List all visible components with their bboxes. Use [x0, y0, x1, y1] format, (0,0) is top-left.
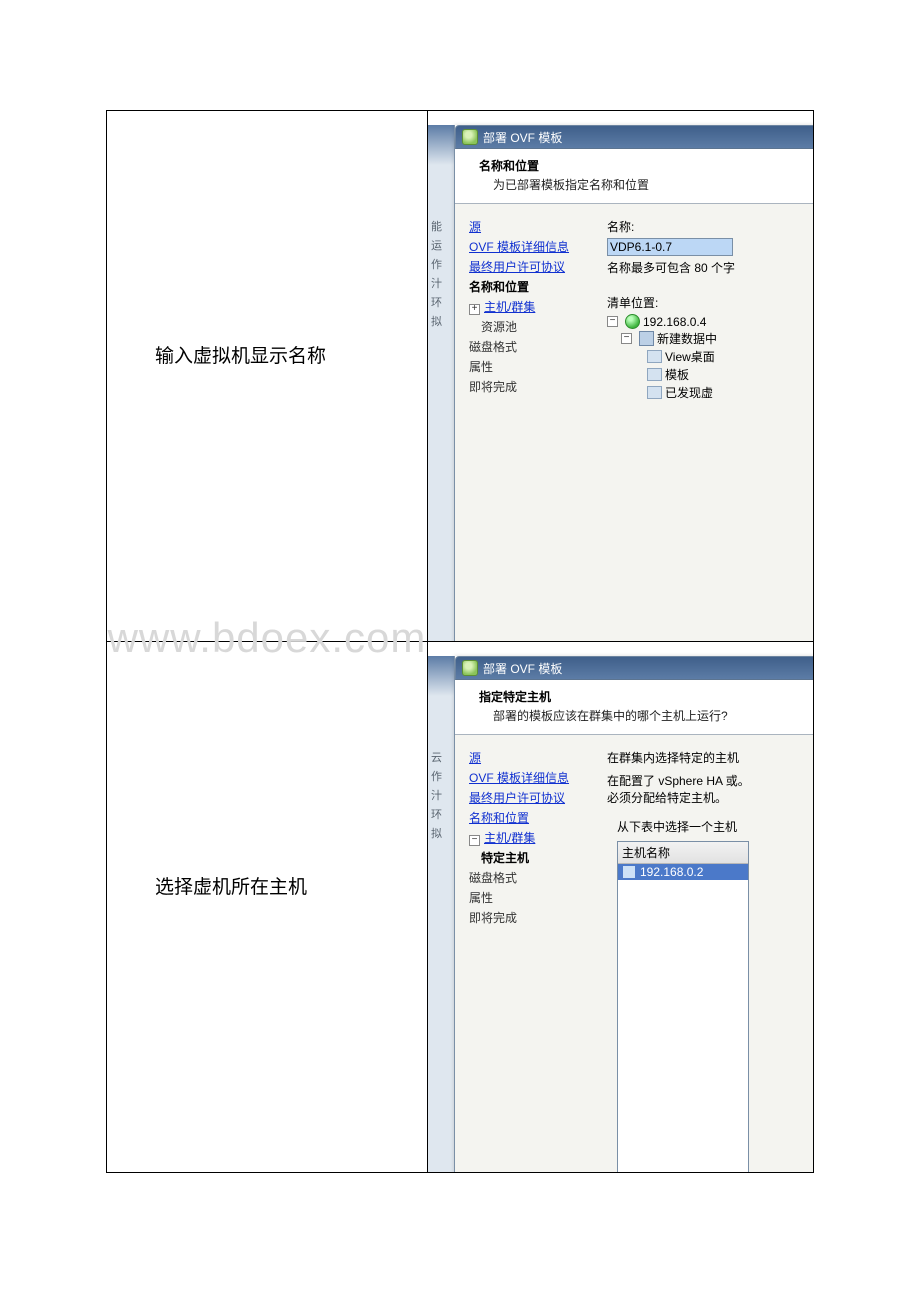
inventory-label: 清单位置:	[607, 294, 814, 311]
step-name-location[interactable]: 名称和位置	[469, 809, 589, 826]
dialog-title: 部署 OVF 模板	[483, 129, 562, 146]
step-source[interactable]: 源	[469, 218, 589, 235]
step-host-cluster[interactable]: −主机/群集	[469, 829, 589, 846]
datacenter-icon	[639, 331, 654, 346]
left-cell-1: 输入虚拟机显示名称	[107, 111, 428, 642]
host-column-header[interactable]: 主机名称	[618, 842, 748, 864]
folder-icon	[647, 386, 662, 399]
dialog-header: 名称和位置 为已部署模板指定名称和位置	[455, 149, 814, 204]
step-name-location[interactable]: 名称和位置	[469, 278, 589, 295]
info-line-2: 在配置了 vSphere HA 或。	[607, 772, 814, 789]
right-cell-1: 能 运 作 汁 环 拟 部署 OVF 模板 名称和位置 为已部署模板指定名称和位…	[428, 111, 814, 642]
step-disk-format: 磁盘格式	[469, 338, 589, 355]
step-ready: 即将完成	[469, 909, 589, 926]
dialog-body: 源 OVF 模板详细信息 最终用户许可协议 名称和位置 −主机/群集 特定主机 …	[455, 735, 814, 1173]
left-cell-2: www.bdoex.com 选择虚机所在主机	[107, 642, 428, 1173]
tree-folder-3[interactable]: 已发现虚	[647, 384, 814, 401]
step-specific-host[interactable]: 特定主机	[481, 849, 589, 866]
step-ready: 即将完成	[469, 378, 589, 395]
collapse-icon[interactable]: −	[607, 316, 618, 327]
tree-folder-1[interactable]: View桌面	[647, 348, 814, 365]
step-disk-format: 磁盘格式	[469, 869, 589, 886]
ovf-deploy-dialog-2: 部署 OVF 模板 指定特定主机 部署的模板应该在群集中的哪个主机上运行? 源 …	[454, 656, 814, 1173]
dialog-titlebar[interactable]: 部署 OVF 模板	[455, 125, 814, 149]
info-line-4: 从下表中选择一个主机	[617, 818, 814, 835]
step-ovf-details[interactable]: OVF 模板详细信息	[469, 769, 589, 786]
dialog-titlebar[interactable]: 部署 OVF 模板	[455, 656, 814, 680]
info-line-1: 在群集内选择特定的主机	[607, 749, 814, 766]
tree-folder-2[interactable]: 模板	[647, 366, 814, 383]
name-hint: 名称最多可包含 80 个字	[607, 259, 814, 276]
header-subtitle: 为已部署模板指定名称和位置	[493, 176, 801, 193]
table-row: www.bdoex.com 选择虚机所在主机 云 作 汁 环 拟 部署 OVF …	[107, 642, 814, 1173]
step-eula[interactable]: 最终用户许可协议	[469, 789, 589, 806]
tree-root[interactable]: − 192.168.0.4	[607, 314, 814, 329]
expand-icon[interactable]: +	[469, 304, 480, 315]
background-strip: 云 作 汁 环 拟	[428, 656, 454, 1172]
tree-datacenter[interactable]: − 新建数据中	[621, 330, 814, 347]
step-properties: 属性	[469, 358, 589, 375]
header-subtitle: 部署的模板应该在群集中的哪个主机上运行?	[493, 707, 801, 724]
folder-icon	[647, 368, 662, 381]
wizard-steps: 源 OVF 模板详细信息 最终用户许可协议 名称和位置 −主机/群集 特定主机 …	[455, 735, 595, 1173]
content-pane: 名称: 名称最多可包含 80 个字 清单位置: − 192.168.0.4 −	[595, 204, 814, 642]
row1-caption: 输入虚拟机显示名称	[155, 341, 326, 368]
step-resource-pool: 资源池	[481, 318, 589, 335]
dialog-title: 部署 OVF 模板	[483, 660, 562, 677]
dialog-body: 源 OVF 模板详细信息 最终用户许可协议 名称和位置 +主机/群集 资源池 磁…	[455, 204, 814, 642]
step-properties: 属性	[469, 889, 589, 906]
collapse-icon[interactable]: −	[621, 333, 632, 344]
inventory-tree[interactable]: − 192.168.0.4 − 新建数据中 Vie	[607, 314, 814, 401]
host-row-selected[interactable]: 192.168.0.2	[618, 864, 748, 880]
folder-icon	[647, 350, 662, 363]
step-source[interactable]: 源	[469, 749, 589, 766]
dialog-icon	[462, 660, 478, 676]
host-icon	[622, 865, 636, 879]
ovf-deploy-dialog-1: 部署 OVF 模板 名称和位置 为已部署模板指定名称和位置 源 OVF 模板详细…	[454, 125, 814, 642]
row2-caption: 选择虚机所在主机	[155, 872, 307, 899]
right-cell-2: 云 作 汁 环 拟 部署 OVF 模板 指定特定主机 部署的模板应该在群集中的哪…	[428, 642, 814, 1173]
header-title: 名称和位置	[479, 157, 801, 174]
dialog-header: 指定特定主机 部署的模板应该在群集中的哪个主机上运行?	[455, 680, 814, 735]
collapse-icon[interactable]: −	[469, 835, 480, 846]
step-host-cluster[interactable]: +主机/群集	[469, 298, 589, 315]
doc-table: 输入虚拟机显示名称 能 运 作 汁 环 拟 部署 OVF 模板 名称和位置 为已…	[106, 110, 814, 1173]
header-title: 指定特定主机	[479, 688, 801, 705]
wizard-steps: 源 OVF 模板详细信息 最终用户许可协议 名称和位置 +主机/群集 资源池 磁…	[455, 204, 595, 642]
vm-name-input[interactable]	[607, 238, 733, 256]
name-label: 名称:	[607, 218, 814, 235]
info-line-3: 必须分配给特定主机。	[607, 789, 814, 806]
content-pane: 在群集内选择特定的主机 在配置了 vSphere HA 或。 必须分配给特定主机…	[595, 735, 814, 1173]
background-strip: 能 运 作 汁 环 拟	[428, 125, 454, 641]
step-eula[interactable]: 最终用户许可协议	[469, 258, 589, 275]
vcenter-icon	[625, 314, 640, 329]
step-ovf-details[interactable]: OVF 模板详细信息	[469, 238, 589, 255]
table-row: 输入虚拟机显示名称 能 运 作 汁 环 拟 部署 OVF 模板 名称和位置 为已…	[107, 111, 814, 642]
host-list[interactable]: 主机名称 192.168.0.2	[617, 841, 749, 1173]
dialog-icon	[462, 129, 478, 145]
